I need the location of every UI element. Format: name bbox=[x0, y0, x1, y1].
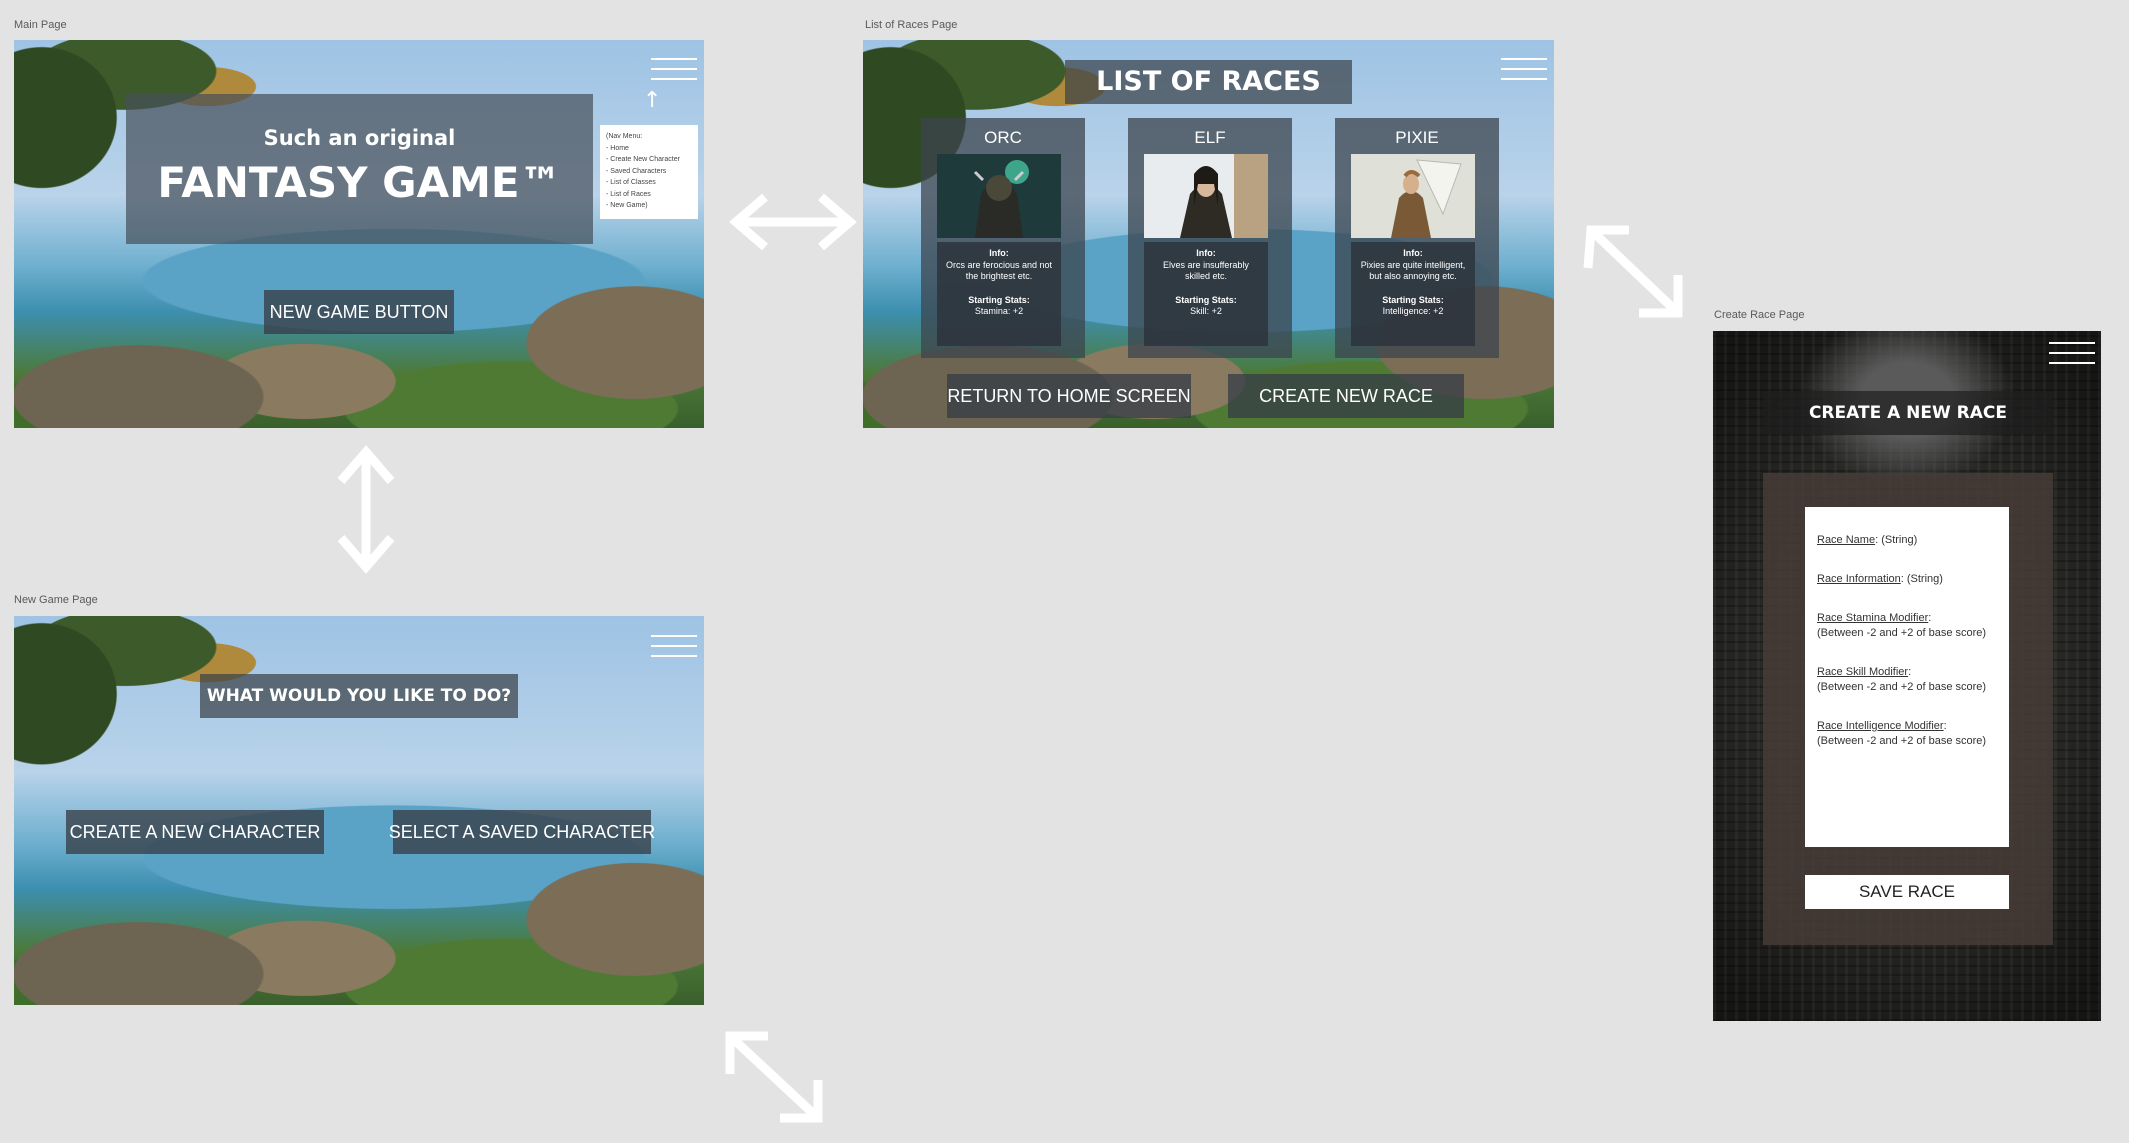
nav-item-saved-characters[interactable]: - Saved Characters bbox=[606, 166, 692, 178]
race-name: PIXIE bbox=[1395, 128, 1439, 147]
title-banner: Such an original FANTASY GAME™ bbox=[126, 94, 593, 244]
select-saved-character-button[interactable]: SELECT A SAVED CHARACTER bbox=[389, 810, 655, 854]
field-range: (Between -2 and +2 of base score) bbox=[1817, 681, 1987, 693]
create-race-title: CREATE A NEW RACE bbox=[1763, 391, 2053, 435]
race-info-text: Pixies are quite intelligent, but also a… bbox=[1360, 259, 1466, 282]
hamburger-menu-icon[interactable] bbox=[1501, 56, 1547, 82]
double-arrow-main-to-newgame bbox=[337, 445, 395, 574]
hamburger-menu-icon[interactable] bbox=[651, 633, 697, 659]
orc-portrait bbox=[937, 154, 1061, 238]
artboard-label-create-race: Create Race Page bbox=[1714, 309, 1805, 321]
race-form-panel: Race Name: (String) Race Information: (S… bbox=[1805, 507, 2009, 847]
field-race-information[interactable]: Race Information: (String) bbox=[1817, 572, 1997, 587]
race-stats-text: Stamina: +2 bbox=[974, 306, 1024, 316]
info-label: Info: bbox=[1196, 248, 1216, 258]
stats-label: Starting Stats: bbox=[1175, 294, 1237, 305]
field-desc: : bbox=[1928, 612, 1932, 624]
field-label: Race Name bbox=[1817, 534, 1876, 546]
nav-item-home[interactable]: - Home bbox=[606, 143, 692, 155]
new-game-button[interactable]: NEW GAME BUTTON bbox=[264, 290, 454, 334]
races-title: LIST OF RACES bbox=[1065, 60, 1352, 104]
field-desc: : (String) bbox=[1875, 534, 1918, 546]
field-race-skill-modifier[interactable]: Race Skill Modifier: (Between -2 and +2 … bbox=[1817, 665, 1997, 695]
new-game-title: WHAT WOULD YOU LIKE TO DO? bbox=[200, 674, 518, 718]
race-card-elf[interactable]: ELF Info: Elves are insufferably skilled… bbox=[1128, 118, 1292, 358]
nav-menu-popup: (Nav Menu: - Home - Create New Character… bbox=[600, 125, 698, 219]
field-label: Race Skill Modifier bbox=[1817, 666, 1909, 678]
field-race-intelligence-modifier[interactable]: Race Intelligence Modifier: (Between -2 … bbox=[1817, 719, 1997, 749]
field-race-stamina-modifier[interactable]: Race Stamina Modifier: (Between -2 and +… bbox=[1817, 611, 1997, 641]
nav-item-create-character[interactable]: - Create New Character bbox=[606, 154, 692, 166]
create-race-page-artboard: CREATE A NEW RACE Race Name: (String) Ra… bbox=[1713, 331, 2101, 1021]
create-new-race-button[interactable]: CREATE NEW RACE bbox=[1228, 374, 1464, 418]
races-page-artboard: LIST OF RACES ORC Info: Orcs are ferocio… bbox=[863, 40, 1554, 428]
field-range: (Between -2 and +2 of base score) bbox=[1817, 627, 1987, 639]
field-label: Race Intelligence Modifier bbox=[1817, 720, 1944, 732]
artboard-label-races: List of Races Page bbox=[865, 19, 958, 31]
game-title: FANTASY GAME™ bbox=[157, 158, 562, 207]
field-desc: : (String) bbox=[1900, 573, 1943, 585]
field-range: (Between -2 and +2 of base score) bbox=[1817, 735, 1987, 747]
artboard-label-main: Main Page bbox=[14, 19, 67, 31]
new-game-page-artboard: WHAT WOULD YOU LIKE TO DO? CREATE A NEW … bbox=[14, 616, 704, 1005]
pixie-portrait bbox=[1351, 154, 1475, 238]
game-subtitle: Such an original bbox=[263, 126, 456, 150]
double-arrow-races-to-createrace bbox=[1583, 225, 1683, 318]
race-info-box: Info: Pixies are quite intelligent, but … bbox=[1351, 242, 1475, 346]
double-arrow-newgame-out bbox=[725, 1031, 823, 1123]
field-desc: : bbox=[1943, 720, 1947, 732]
hamburger-menu-icon[interactable] bbox=[2049, 340, 2095, 366]
race-card-pixie[interactable]: PIXIE Info: Pixies are quite intelligent… bbox=[1335, 118, 1499, 358]
race-stats-text: Skill: +2 bbox=[1190, 306, 1222, 316]
race-info-text: Orcs are ferocious and not the brightest… bbox=[945, 259, 1053, 282]
return-home-button[interactable]: RETURN TO HOME SCREEN bbox=[947, 374, 1191, 418]
field-label: Race Information bbox=[1817, 573, 1901, 585]
race-info-box: Info: Orcs are ferocious and not the bri… bbox=[937, 242, 1061, 346]
create-new-character-button[interactable]: CREATE A NEW CHARACTER bbox=[66, 810, 324, 854]
info-label: Info: bbox=[1403, 248, 1423, 258]
race-info-text: Elves are insufferably skilled etc. bbox=[1163, 259, 1249, 282]
info-label: Info: bbox=[989, 248, 1009, 258]
main-page-artboard: Such an original FANTASY GAME™ ↑ (Nav Me… bbox=[14, 40, 704, 428]
stats-label: Starting Stats: bbox=[968, 294, 1030, 305]
up-arrow-icon[interactable]: ↑ bbox=[643, 88, 661, 113]
field-label: Race Stamina Modifier bbox=[1817, 612, 1929, 624]
nav-item-list-classes[interactable]: - List of Classes bbox=[606, 177, 692, 189]
race-name: ORC bbox=[984, 128, 1022, 147]
field-desc: : bbox=[1908, 666, 1912, 678]
race-name: ELF bbox=[1194, 128, 1226, 147]
nav-item-new-game[interactable]: - New Game) bbox=[606, 200, 692, 212]
save-race-button[interactable]: SAVE RACE bbox=[1805, 875, 2009, 909]
elf-portrait bbox=[1144, 154, 1268, 238]
artboard-label-new-game: New Game Page bbox=[14, 594, 98, 606]
hamburger-menu-icon[interactable] bbox=[651, 56, 697, 82]
nav-menu-header: (Nav Menu: bbox=[606, 133, 643, 140]
nav-item-list-races[interactable]: - List of Races bbox=[606, 189, 692, 201]
stats-label: Starting Stats: bbox=[1382, 294, 1444, 305]
double-arrow-main-to-races bbox=[729, 193, 857, 251]
race-stats-text: Intelligence: +2 bbox=[1382, 306, 1444, 316]
race-card-orc[interactable]: ORC Info: Orcs are ferocious and not the… bbox=[921, 118, 1085, 358]
field-race-name[interactable]: Race Name: (String) bbox=[1817, 533, 1997, 548]
race-info-box: Info: Elves are insufferably skilled etc… bbox=[1144, 242, 1268, 346]
